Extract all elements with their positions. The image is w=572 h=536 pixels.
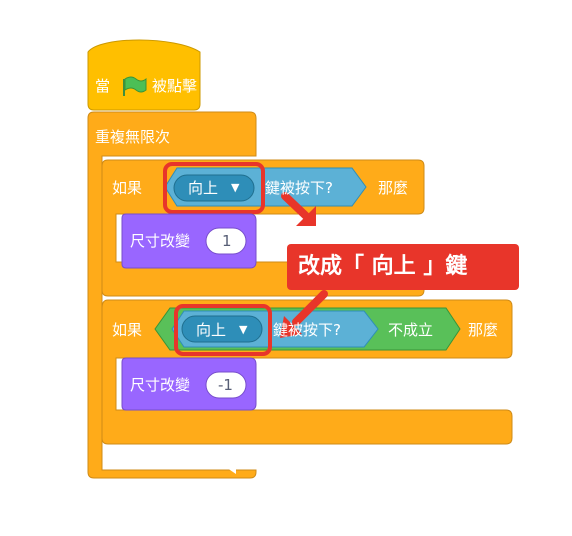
if-label-2: 如果 [112, 321, 143, 339]
if-label-1: 如果 [112, 179, 143, 197]
size-value-1[interactable]: 1 [222, 231, 232, 251]
hat-prefix-text: 當 [95, 77, 111, 95]
then-label-1: 那麼 [378, 179, 409, 197]
key-pressed-suffix-2: 鍵被按下? [273, 321, 341, 339]
chevron-down-icon: ▼ [231, 181, 240, 194]
key-pressed-suffix-1: 鍵被按下? [265, 179, 333, 197]
not-label: 不成立 [388, 321, 434, 339]
hat-suffix-text: 被點擊 [152, 77, 198, 95]
key-dropdown-value-1[interactable]: 向上 [188, 178, 218, 198]
change-size-label-1: 尺寸改變 [130, 232, 191, 250]
then-label-2: 那麼 [468, 321, 499, 339]
scratch-script-canvas [87, 39, 519, 479]
size-value-2[interactable]: -1 [218, 375, 233, 395]
chevron-down-icon: ▼ [239, 323, 248, 336]
annotation-text: 改成「 向上 」鍵 [298, 254, 468, 279]
change-size-label-2: 尺寸改變 [130, 376, 191, 394]
key-dropdown-value-2[interactable]: 向上 [196, 320, 226, 340]
forever-label: 重複無限次 [95, 128, 171, 146]
when-flag-clicked-block[interactable] [87, 39, 201, 111]
